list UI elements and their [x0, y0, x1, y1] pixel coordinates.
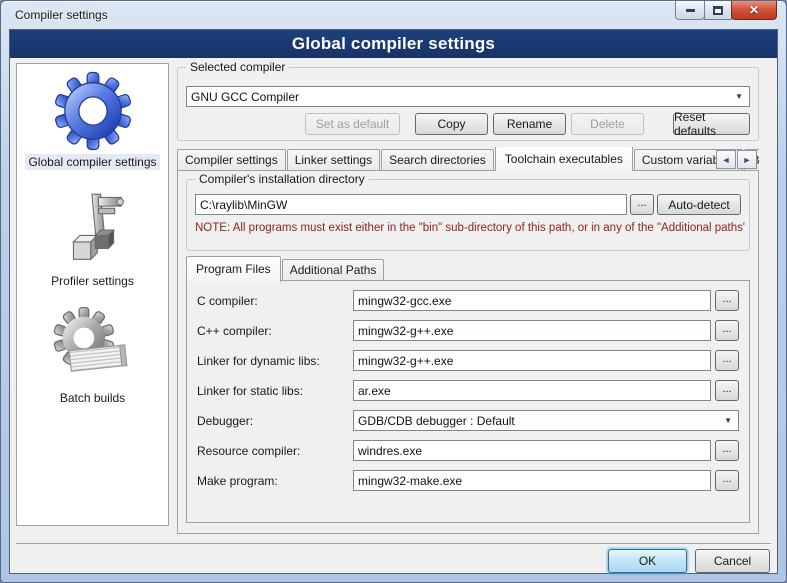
static-linker-browse-button[interactable]: ...	[715, 380, 739, 401]
window-title: Compiler settings	[15, 8, 108, 22]
content-area: Global compiler settings	[10, 58, 777, 573]
resource-compiler-browse-button[interactable]: ...	[715, 440, 739, 461]
rename-button[interactable]: Rename	[493, 113, 566, 135]
installation-path-row: ... Auto-detect	[195, 194, 741, 215]
ok-button[interactable]: OK	[608, 549, 687, 573]
field-row-cpp-compiler: C++ compiler: ...	[197, 320, 739, 341]
field-row-dynamic-linker: Linker for dynamic libs: ...	[197, 350, 739, 371]
static-linker-input[interactable]	[353, 380, 711, 401]
c-compiler-input[interactable]	[353, 290, 711, 311]
make-program-browse-button[interactable]: ...	[715, 470, 739, 491]
cpp-compiler-input[interactable]	[353, 320, 711, 341]
settings-tab-strip: Compiler settings Linker settings Search…	[177, 147, 759, 171]
debugger-label: Debugger:	[197, 414, 349, 428]
c-compiler-label: C compiler:	[197, 294, 349, 308]
resource-compiler-label: Resource compiler:	[197, 444, 349, 458]
debugger-select-value: GDB/CDB debugger : Default	[358, 414, 515, 428]
installation-path-input[interactable]	[195, 194, 627, 215]
window-controls: ✕	[675, 1, 777, 20]
maximize-icon	[713, 6, 723, 15]
settings-category-sidebar: Global compiler settings	[16, 63, 169, 526]
compiler-buttons-row: Set as default Copy Rename Delete Reset …	[186, 113, 750, 135]
field-row-make-program: Make program: ...	[197, 470, 739, 491]
cpp-compiler-label: C++ compiler:	[197, 324, 349, 338]
make-program-label: Make program:	[197, 474, 349, 488]
compiler-select[interactable]: GNU GCC Compiler ▼	[186, 86, 750, 107]
program-files-panel: C compiler: ... C++ compiler: ... Linker…	[186, 280, 750, 523]
sidebar-item-profiler[interactable]	[58, 192, 128, 273]
tab-compiler-settings[interactable]: Compiler settings	[177, 149, 286, 171]
close-icon: ✕	[749, 3, 759, 17]
sidebar-item-batch-builds[interactable]	[53, 306, 133, 387]
main-panel: Selected compiler GNU GCC Compiler ▼ Set…	[177, 58, 761, 536]
toolchain-executables-page: Compiler's installation directory ... Au…	[177, 170, 759, 534]
maximize-button[interactable]	[704, 1, 732, 20]
compiler-select-value: GNU GCC Compiler	[191, 90, 299, 104]
caliper-icon	[58, 192, 128, 268]
tab-scroll-left-icon[interactable]: ◄	[716, 150, 736, 169]
static-linker-label: Linker for static libs:	[197, 384, 349, 398]
field-row-debugger: Debugger: GDB/CDB debugger : Default ▼	[197, 410, 739, 431]
copy-button[interactable]: Copy	[415, 113, 488, 135]
minimize-button[interactable]	[675, 1, 705, 20]
resource-compiler-input[interactable]	[353, 440, 711, 461]
selected-compiler-group: Selected compiler GNU GCC Compiler ▼ Set…	[177, 67, 759, 141]
field-row-resource-compiler: Resource compiler: ...	[197, 440, 739, 461]
bin-subdirectory-note: NOTE: All programs must exist either in …	[195, 222, 745, 234]
tab-program-files[interactable]: Program Files	[186, 256, 281, 282]
tab-toolchain-executables[interactable]: Toolchain executables	[495, 147, 633, 171]
cancel-button[interactable]: Cancel	[695, 549, 770, 573]
set-as-default-button[interactable]: Set as default	[305, 113, 400, 135]
tab-linker-settings[interactable]: Linker settings	[287, 149, 380, 171]
dynamic-linker-input[interactable]	[353, 350, 711, 371]
gear-blue-icon	[52, 70, 134, 152]
installation-directory-group: Compiler's installation directory ... Au…	[186, 179, 750, 251]
delete-button[interactable]: Delete	[571, 113, 644, 135]
dialog-header: Global compiler settings	[10, 30, 777, 58]
installation-directory-legend: Compiler's installation directory	[195, 172, 369, 186]
selected-compiler-legend: Selected compiler	[186, 60, 289, 74]
tab-additional-paths[interactable]: Additional Paths	[282, 259, 385, 281]
cpp-compiler-browse-button[interactable]: ...	[715, 320, 739, 341]
dynamic-linker-label: Linker for dynamic libs:	[197, 354, 349, 368]
make-program-input[interactable]	[353, 470, 711, 491]
chevron-down-icon: ▼	[735, 92, 745, 101]
chevron-down-icon: ▼	[724, 416, 734, 425]
sidebar-label-profiler[interactable]: Profiler settings	[17, 273, 168, 289]
title-bar[interactable]: Compiler settings ✕	[1, 1, 786, 29]
sidebar-label-global-compiler[interactable]: Global compiler settings	[17, 154, 168, 170]
dialog-body: Global compiler settings	[9, 29, 778, 574]
sidebar-label-batch-builds[interactable]: Batch builds	[17, 390, 168, 406]
close-button[interactable]: ✕	[731, 1, 777, 20]
sidebar-item-global-compiler[interactable]	[52, 70, 134, 157]
debugger-select[interactable]: GDB/CDB debugger : Default ▼	[353, 410, 739, 431]
page-title: Global compiler settings	[292, 34, 495, 54]
tab-scroll-right-icon[interactable]: ►	[737, 150, 757, 169]
field-row-static-linker: Linker for static libs: ...	[197, 380, 739, 401]
footer-separator	[16, 543, 771, 544]
field-row-c-compiler: C compiler: ...	[197, 290, 739, 311]
auto-detect-button[interactable]: Auto-detect	[657, 194, 741, 215]
reset-defaults-button[interactable]: Reset defaults	[673, 113, 750, 135]
browse-path-button[interactable]: ...	[630, 194, 654, 215]
tab-search-directories[interactable]: Search directories	[381, 149, 494, 171]
compiler-settings-window: Compiler settings ✕ Global compiler sett…	[0, 0, 787, 583]
dynamic-linker-browse-button[interactable]: ...	[715, 350, 739, 371]
program-tab-strip: Program Files Additional Paths	[186, 259, 385, 281]
minimize-icon	[686, 9, 695, 12]
gear-stack-icon	[53, 306, 133, 382]
tab-scroll-arrows: ◄ ►	[716, 150, 757, 169]
c-compiler-browse-button[interactable]: ...	[715, 290, 739, 311]
